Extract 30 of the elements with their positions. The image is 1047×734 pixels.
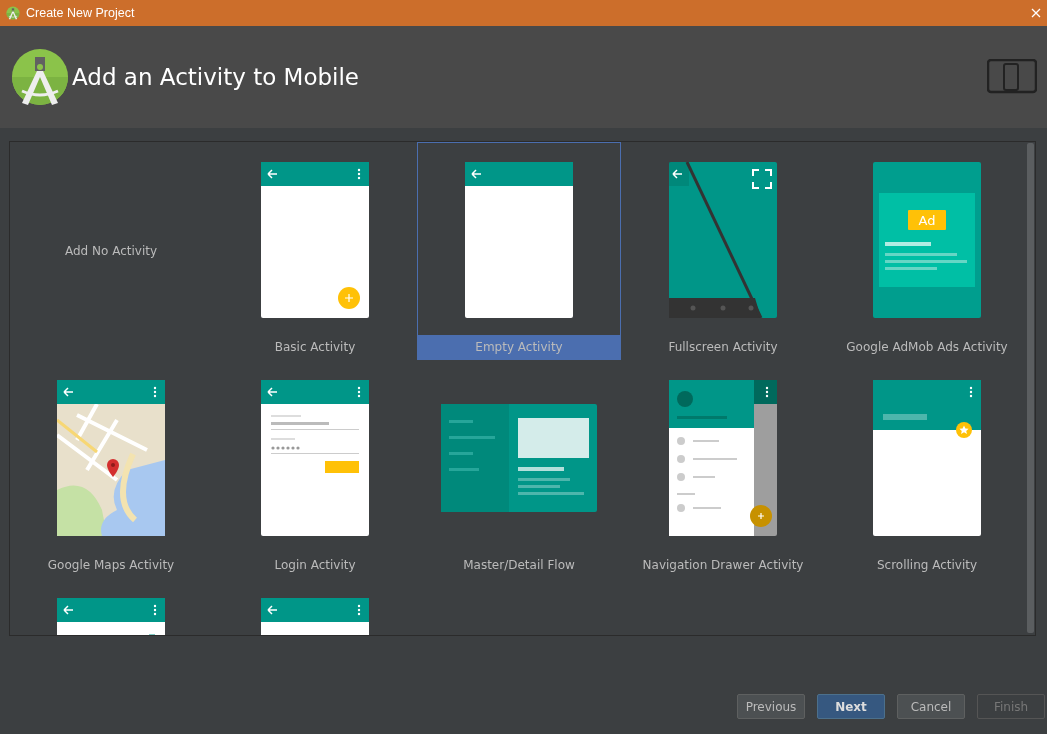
- activity-tile[interactable]: Add No Activity: [10, 142, 213, 360]
- ad-label: Ad: [918, 212, 936, 228]
- activity-tile[interactable]: Basic Activity: [213, 142, 417, 360]
- tile-label: Navigation Drawer Activity: [641, 557, 805, 574]
- activity-tile[interactable]: Fullscreen Activity: [621, 142, 825, 360]
- activity-tile[interactable]: Google Maps Activity: [10, 360, 213, 578]
- activity-tile[interactable]: Scrolling Activity: [825, 360, 1029, 578]
- tile-label: Master/Detail Flow: [462, 557, 576, 574]
- activity-tile[interactable]: Master/Detail Flow: [417, 360, 621, 578]
- page-title: Add an Activity to Mobile: [72, 64, 360, 90]
- tile-label: Google AdMob Ads Activity: [845, 339, 1009, 356]
- wizard-button[interactable]: Previous: [737, 694, 805, 719]
- devices-icon: [987, 59, 1037, 95]
- tile-label: Add No Activity: [64, 243, 158, 260]
- tile-label: Scrolling Activity: [875, 557, 979, 574]
- activity-tile[interactable]: Login Activity: [213, 360, 417, 578]
- close-icon[interactable]: [1031, 8, 1041, 18]
- activity-tile[interactable]: Navigation Drawer Activity: [621, 360, 825, 578]
- window-title: Create New Project: [26, 6, 136, 20]
- tile-label: Google Maps Activity: [46, 557, 176, 574]
- tile-label: Empty Activity: [418, 335, 620, 359]
- wizard-button[interactable]: Next: [817, 694, 885, 719]
- tile-label: Login Activity: [273, 557, 357, 574]
- app-logo-icon: [6, 6, 20, 20]
- scrollbar-thumb[interactable]: [1027, 143, 1034, 633]
- tile-label: Fullscreen Activity: [667, 339, 779, 356]
- tile-label: Basic Activity: [273, 339, 357, 356]
- android-studio-logo-icon: [10, 47, 70, 107]
- wizard-button[interactable]: Cancel: [897, 694, 965, 719]
- activity-tile[interactable]: Ad Google AdMob Ads Activity: [825, 142, 1029, 360]
